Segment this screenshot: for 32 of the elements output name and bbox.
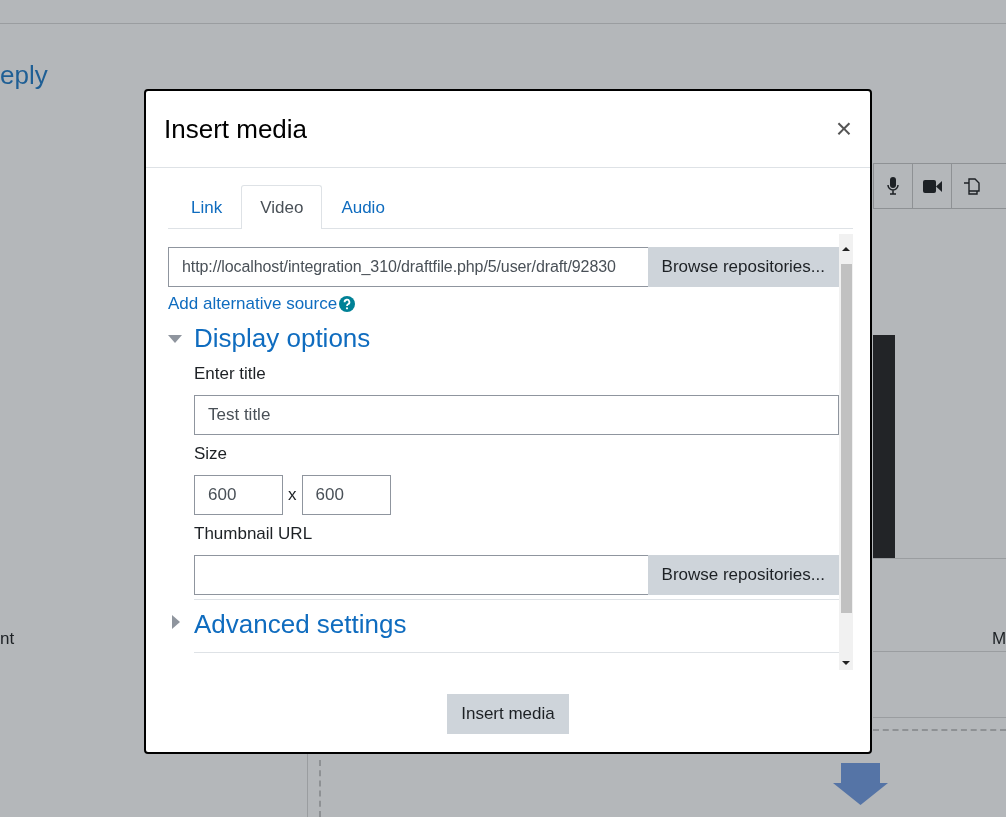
caret-down-icon[interactable] — [168, 335, 182, 343]
copy-icon[interactable] — [962, 177, 980, 195]
tab[interactable]: Link — [172, 185, 242, 229]
tab[interactable]: Video — [241, 185, 323, 229]
column-label: M — [992, 629, 1006, 649]
scroll-down-arrow-icon[interactable] — [842, 661, 850, 665]
browse-button[interactable]: Browse repositories... — [647, 555, 839, 595]
url-input[interactable]: http://localhost/integration_310/draftfile.php/5/user/draft/92830 — [168, 247, 648, 287]
dialog-title: Insert media — [164, 113, 308, 145]
field-label: nt — [0, 629, 15, 649]
insert-media-button[interactable]: Insert media — [447, 694, 569, 734]
video-camera-icon[interactable] — [922, 179, 942, 193]
thumbnail-url-input[interactable] — [194, 555, 648, 595]
down-arrow-icon — [833, 763, 888, 805]
microphone-icon[interactable] — [887, 177, 899, 195]
size-separator: x — [288, 485, 297, 505]
field-label: Thumbnail URL — [194, 524, 314, 544]
add-source-link[interactable]: Add alternative source — [168, 294, 338, 314]
section-heading[interactable]: Display options — [194, 322, 371, 354]
field-label: Enter title — [194, 364, 267, 384]
title-input[interactable]: Test title — [194, 395, 839, 435]
browse-button[interactable]: Browse repositories... — [647, 247, 839, 287]
scroll-up-arrow-icon[interactable] — [842, 247, 850, 251]
height-input[interactable]: 600 — [301, 475, 391, 515]
scrollbar[interactable] — [839, 234, 853, 670]
caret-right-icon[interactable] — [172, 615, 180, 629]
field-label: Size — [194, 444, 229, 464]
close-button[interactable]: × — [835, 115, 852, 143]
help-icon[interactable] — [339, 296, 356, 312]
width-input[interactable]: 600 — [194, 475, 283, 515]
section-heading[interactable]: Advanced settings — [194, 608, 407, 640]
tab[interactable]: Audio — [322, 185, 404, 229]
